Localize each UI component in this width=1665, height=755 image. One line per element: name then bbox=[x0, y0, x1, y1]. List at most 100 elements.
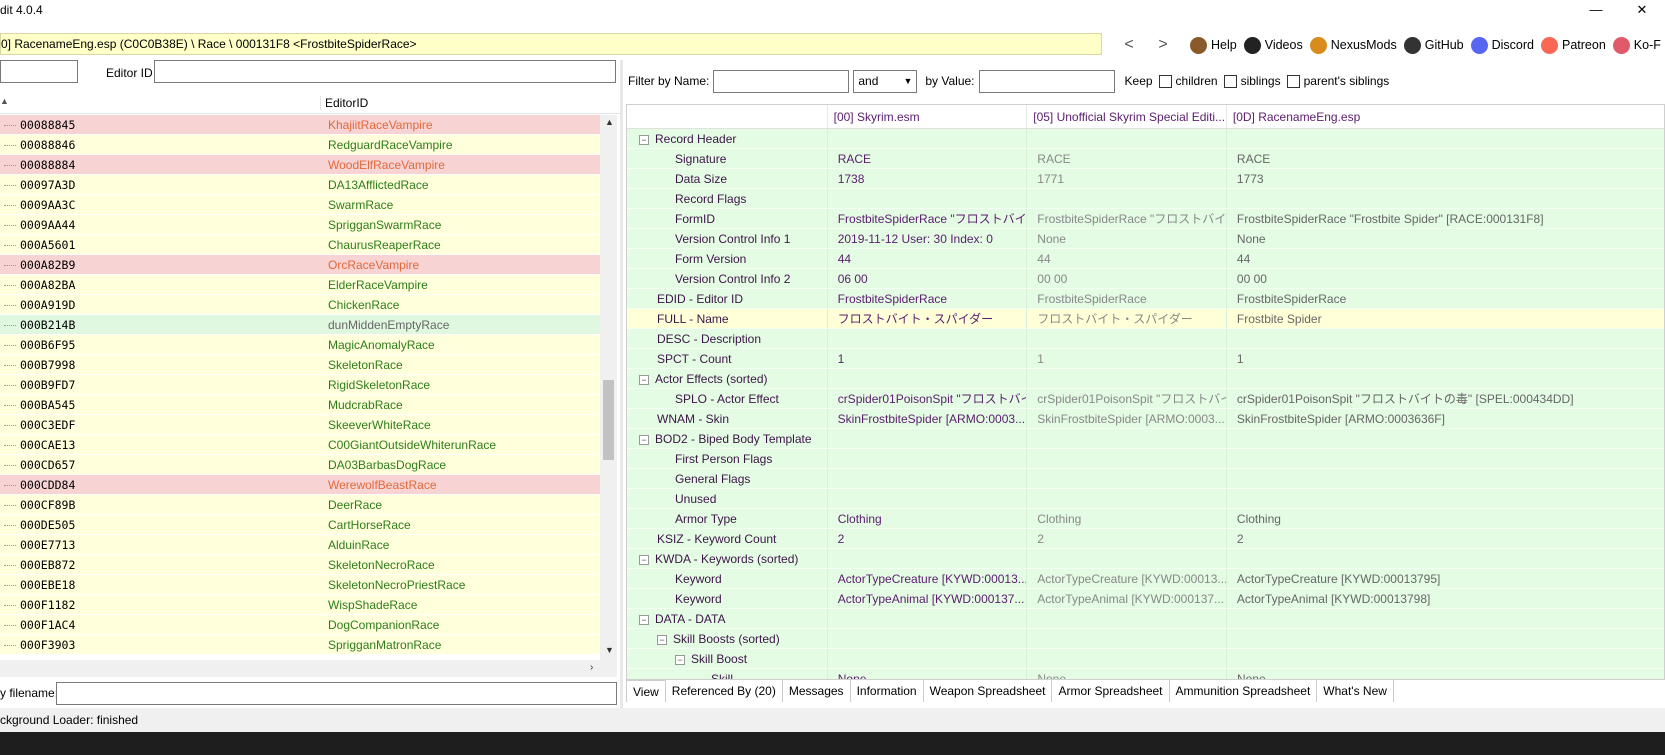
field-value[interactable] bbox=[1225, 609, 1664, 628]
field-value[interactable]: 44 bbox=[826, 249, 1027, 268]
collapse-toggle-icon[interactable]: − bbox=[639, 614, 649, 625]
nav-link-discord[interactable]: Discord bbox=[1470, 36, 1534, 54]
grid-row[interactable]: EDID - Editor ID FrostbiteSpiderRace Frost… bbox=[627, 289, 1664, 309]
record-row[interactable]: 000A82B9 OrcRaceVampire bbox=[0, 255, 600, 275]
field-value[interactable] bbox=[1026, 369, 1226, 388]
field-value[interactable]: SkinFrostbiteSpider [ARMO:0003... bbox=[826, 409, 1027, 428]
record-row[interactable]: 000A919D ChickenRace bbox=[0, 295, 600, 315]
record-row[interactable]: 000F1182 WispShadeRace bbox=[0, 595, 600, 615]
field-value[interactable]: 1773 bbox=[1225, 169, 1664, 188]
field-value[interactable]: 44 bbox=[1026, 249, 1226, 268]
field-value[interactable]: ActorTypeCreature [KYWD:00013... bbox=[826, 569, 1026, 588]
field-value[interactable]: 1 bbox=[1026, 349, 1226, 368]
field-value[interactable] bbox=[1225, 129, 1664, 148]
field-value[interactable] bbox=[1026, 429, 1226, 448]
field-value[interactable] bbox=[826, 469, 1027, 488]
field-value[interactable]: None bbox=[1026, 229, 1226, 248]
tab-information[interactable]: Information bbox=[851, 680, 924, 702]
field-value[interactable] bbox=[826, 429, 1027, 448]
field-value[interactable] bbox=[826, 649, 1027, 668]
field-value[interactable]: フロストバイト・スパイダー bbox=[1026, 309, 1226, 328]
record-row[interactable]: 000B214B dunMiddenEmptyRace bbox=[0, 315, 600, 335]
column-skyrim[interactable]: [00] Skyrim.esm bbox=[826, 105, 1027, 128]
field-value[interactable]: crSpider01PoisonSpit "フロストバイ... bbox=[1026, 389, 1226, 408]
grid-row[interactable]: Form Version 44 44 44 bbox=[627, 249, 1664, 269]
field-value[interactable]: ActorTypeAnimal [KYWD:00013798] bbox=[1225, 589, 1664, 608]
field-value[interactable]: crSpider01PoisonSpit "フロストバイ... bbox=[826, 389, 1026, 408]
field-value[interactable]: FrostbiteSpiderRace "フロストバイト... bbox=[826, 209, 1026, 228]
nav-link-nexusmods[interactable]: NexusMods bbox=[1309, 36, 1397, 54]
field-value[interactable]: 00 00 bbox=[1225, 269, 1664, 288]
field-value[interactable]: 1 bbox=[1225, 349, 1664, 368]
field-value[interactable] bbox=[826, 189, 1027, 208]
record-row[interactable]: 000A82BA ElderRaceVampire bbox=[0, 275, 600, 295]
field-value[interactable]: ActorTypeCreature [KYWD:00013795] bbox=[1225, 569, 1664, 588]
record-row[interactable]: 0009AA3C SwarmRace bbox=[0, 195, 600, 215]
field-value[interactable] bbox=[1225, 369, 1664, 388]
grid-row[interactable]: Armor Type Clothing Clothing Clothing bbox=[627, 509, 1664, 529]
collapse-toggle-icon[interactable]: − bbox=[639, 134, 649, 145]
filter-value-input[interactable] bbox=[978, 69, 1115, 93]
grid-row[interactable]: − Record Header bbox=[627, 129, 1664, 149]
tab-what-s-new[interactable]: What's New bbox=[1317, 680, 1394, 702]
record-list-vscrollbar[interactable]: ▲ ▼ bbox=[600, 115, 617, 660]
field-value[interactable]: FrostbiteSpiderRace "Frostbite Spider" [… bbox=[1225, 209, 1664, 228]
tab-armor-spreadsheet[interactable]: Armor Spreadsheet bbox=[1052, 680, 1170, 702]
formid-filter-input[interactable] bbox=[0, 60, 80, 84]
grid-row[interactable]: FormIDFrostbiteSpiderRace "フロストバイト...Fro… bbox=[627, 209, 1664, 229]
tab-ammunition-spreadsheet[interactable]: Ammunition Spreadsheet bbox=[1170, 680, 1318, 702]
field-value[interactable]: 2 bbox=[1026, 529, 1226, 548]
field-value[interactable]: Clothing bbox=[826, 509, 1027, 528]
field-value[interactable]: FrostbiteSpiderRace bbox=[1225, 289, 1664, 308]
nav-link-github[interactable]: GitHub bbox=[1403, 36, 1464, 54]
field-value[interactable]: FrostbiteSpiderRace "フロストバイト... bbox=[1026, 209, 1226, 228]
nav-link-help[interactable]: Help bbox=[1190, 36, 1237, 54]
record-row[interactable]: 000B7998 SkeletonRace bbox=[0, 355, 600, 375]
field-value[interactable]: ActorTypeAnimal [KYWD:000137... bbox=[1026, 589, 1226, 608]
collapse-toggle-icon[interactable]: − bbox=[639, 554, 649, 565]
field-value[interactable]: RACE bbox=[1026, 149, 1226, 168]
record-row[interactable]: 000CDD84 WerewolfBeastRace bbox=[0, 475, 600, 495]
column-unofficial-patch[interactable]: [05] Unofficial Skyrim Special Editi... bbox=[1026, 105, 1226, 128]
record-row[interactable]: 000CD657 DA03BarbasDogRace bbox=[0, 455, 600, 475]
grid-row[interactable]: Version Control Info 2 06 00 00 00 00 00 bbox=[627, 269, 1664, 289]
field-value[interactable]: 00 00 bbox=[1026, 269, 1226, 288]
field-value[interactable] bbox=[1026, 609, 1226, 628]
record-row[interactable]: 000A5601 ChaurusReaperRace bbox=[0, 235, 600, 255]
grid-row[interactable]: Signature RACE RACE RACE bbox=[627, 149, 1664, 169]
filter-operator-select[interactable]: and ▼ bbox=[853, 69, 918, 93]
field-value[interactable]: None bbox=[1225, 229, 1664, 248]
field-value[interactable]: フロストバイト・スパイダー bbox=[826, 309, 1027, 328]
field-value[interactable]: 2019-11-12 User: 30 Index: 0 bbox=[826, 229, 1027, 248]
grid-row[interactable]: Version Control Info 1 2019-11-12 User: 3… bbox=[627, 229, 1664, 249]
tab-messages[interactable]: Messages bbox=[783, 680, 851, 702]
children-checkbox[interactable] bbox=[1158, 74, 1172, 88]
field-value[interactable]: SkinFrostbiteSpider [ARMO:0003... bbox=[1026, 409, 1226, 428]
record-row[interactable]: 000EBE18 SkeletonNecroPriestRace bbox=[0, 575, 600, 595]
field-value[interactable] bbox=[1026, 469, 1226, 488]
field-value[interactable] bbox=[1225, 329, 1664, 348]
field-value[interactable]: 44 bbox=[1225, 249, 1664, 268]
field-value[interactable] bbox=[1026, 489, 1226, 508]
field-value[interactable] bbox=[826, 369, 1027, 388]
record-row[interactable]: 00088884 WoodElfRaceVampire bbox=[0, 155, 600, 175]
field-value[interactable]: FrostbiteSpiderRace bbox=[826, 289, 1027, 308]
pane-splitter[interactable] bbox=[620, 60, 623, 708]
field-value[interactable]: ActorTypeAnimal [KYWD:000137... bbox=[826, 589, 1027, 608]
field-value[interactable] bbox=[1026, 549, 1226, 568]
field-value[interactable] bbox=[1225, 469, 1664, 488]
field-value[interactable] bbox=[1026, 449, 1226, 468]
record-row[interactable]: 0009AA44 SprigganSwarmRace bbox=[0, 215, 600, 235]
nav-link-videos[interactable]: Videos bbox=[1243, 36, 1303, 54]
grid-row[interactable]: Unused bbox=[627, 489, 1664, 509]
grid-row[interactable]: − Skill Boosts (sorted) bbox=[627, 629, 1664, 649]
grid-row[interactable]: − KWDA - Keywords (sorted) bbox=[627, 549, 1664, 569]
scroll-thumb[interactable] bbox=[603, 380, 614, 460]
field-value[interactable] bbox=[1225, 429, 1664, 448]
field-value[interactable]: None bbox=[826, 669, 1027, 679]
field-value[interactable]: 2 bbox=[826, 529, 1027, 548]
field-value[interactable]: 1738 bbox=[826, 169, 1027, 188]
record-row[interactable]: 000E7713 AlduinRace bbox=[0, 535, 600, 555]
field-value[interactable]: Frostbite Spider bbox=[1225, 309, 1664, 328]
editor-id-column-header[interactable]: EditorID bbox=[320, 96, 368, 110]
